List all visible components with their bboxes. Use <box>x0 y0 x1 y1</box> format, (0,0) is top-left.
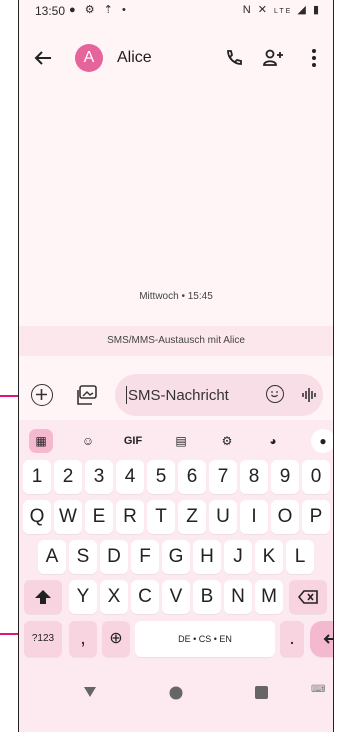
sms-input-placeholder: SMS-Nachricht <box>128 387 229 404</box>
status-time: 13:50 <box>35 4 66 18</box>
key-a[interactable]: A <box>38 540 66 574</box>
contact-name[interactable]: Alice <box>117 49 152 67</box>
back-arrow-icon[interactable] <box>31 46 55 70</box>
space-key[interactable]: DE • CS • EN <box>135 621 275 657</box>
key-6[interactable]: 6 <box>178 460 206 494</box>
key-e[interactable]: E <box>85 500 113 534</box>
comma-key[interactable]: , <box>69 621 97 657</box>
back-triangle-icon[interactable] <box>83 686 97 698</box>
key-n[interactable]: N <box>224 580 252 614</box>
settings-gear-icon[interactable]: ⚙ <box>215 429 239 453</box>
signal-icon: ◢ <box>297 4 308 16</box>
key-t[interactable]: T <box>147 500 175 534</box>
key-i[interactable]: I <box>240 500 268 534</box>
add-person-icon[interactable] <box>262 48 284 68</box>
key-r[interactable]: R <box>116 500 144 534</box>
sms-exchange-note: SMS/MMS-Austausch mit Alice <box>19 326 333 356</box>
smile-face <box>271 391 278 398</box>
key-8[interactable]: 8 <box>240 460 268 494</box>
key-x[interactable]: X <box>100 580 128 614</box>
theme-palette-icon[interactable]: ◕ <box>261 429 285 453</box>
key-z[interactable]: Z <box>178 500 206 534</box>
key-u[interactable]: U <box>209 500 237 534</box>
message-icon: ● <box>69 4 79 16</box>
dot-icon: • <box>121 4 129 16</box>
plus-icon <box>36 389 47 400</box>
status-right-icons: N ✕ LTE ◢ ▮ <box>243 3 321 16</box>
key-7[interactable]: 7 <box>209 460 237 494</box>
key-o[interactable]: O <box>271 500 299 534</box>
compose-bar: SMS-Nachricht <box>19 360 333 420</box>
apps-grid-icon[interactable]: ▦ <box>29 429 53 453</box>
symbols-key[interactable]: ?123 <box>24 621 62 657</box>
key-3[interactable]: 3 <box>85 460 113 494</box>
language-globe-key[interactable]: ⊕ <box>102 621 130 657</box>
key-s[interactable]: S <box>69 540 97 574</box>
enter-arrow-icon <box>323 634 333 644</box>
status-bar: 13:50 ● ⚙ ⇡ • N ✕ LTE ◢ ▮ <box>19 0 333 22</box>
key-p[interactable]: P <box>302 500 330 534</box>
phone-frame: 13:50 ● ⚙ ⇡ • N ✕ LTE ◢ ▮ A Alice Mittwo… <box>18 0 334 732</box>
emoji-icon[interactable] <box>266 385 284 403</box>
conversation-app-bar: A Alice <box>19 36 333 80</box>
shift-key[interactable] <box>24 580 62 614</box>
nfc-icon: N <box>242 4 253 16</box>
key-0[interactable]: 0 <box>302 460 330 494</box>
messages-screen: 13:50 ● ⚙ ⇡ • N ✕ LTE ◢ ▮ A Alice Mittwo… <box>19 0 333 732</box>
key-d[interactable]: D <box>100 540 128 574</box>
enter-key[interactable] <box>310 621 333 657</box>
key-q[interactable]: Q <box>23 500 51 534</box>
key-v[interactable]: V <box>162 580 190 614</box>
clipboard-icon[interactable]: ▤ <box>169 429 193 453</box>
sticker-icon[interactable]: ☺ <box>76 429 100 453</box>
period-key[interactable]: . <box>280 621 304 657</box>
shift-arrow-icon <box>35 589 51 604</box>
mute-icon: ✕ <box>257 4 269 16</box>
battery-icon: ▮ <box>312 4 321 16</box>
key-c[interactable]: C <box>131 580 159 614</box>
more-options-icon[interactable] <box>311 48 317 68</box>
voice-message-icon[interactable] <box>300 386 318 404</box>
recents-square-icon[interactable] <box>255 686 268 699</box>
backspace-key[interactable] <box>289 580 327 614</box>
key-f[interactable]: F <box>131 540 159 574</box>
lte-icon: LTE <box>274 8 293 15</box>
key-y[interactable]: Y <box>69 580 97 614</box>
gallery-icon[interactable] <box>77 385 99 405</box>
key-k[interactable]: K <box>255 540 283 574</box>
sms-message-input[interactable]: SMS-Nachricht <box>115 374 323 416</box>
phone-call-icon[interactable] <box>224 48 244 68</box>
key-l[interactable]: L <box>286 540 314 574</box>
key-j[interactable]: J <box>224 540 252 574</box>
key-g[interactable]: G <box>162 540 190 574</box>
key-m[interactable]: M <box>255 580 283 614</box>
home-circle-icon[interactable] <box>169 686 183 700</box>
avatar[interactable]: A <box>75 44 103 72</box>
microphone-icon[interactable]: ● <box>311 429 333 453</box>
key-b[interactable]: B <box>193 580 221 614</box>
gif-button[interactable]: GIF <box>121 429 145 453</box>
key-2[interactable]: 2 <box>54 460 82 494</box>
keyboard-switch-icon[interactable]: ⌨ <box>311 684 325 695</box>
keyboard: ▦ ☺ GIF ▤ ⚙ ◕ ● 1234567890 QWERTZUIOP ASDF… <box>19 420 333 732</box>
key-5[interactable]: 5 <box>147 460 175 494</box>
text-cursor <box>126 386 127 404</box>
message-timestamp: Mittwoch • 15:45 <box>139 291 213 302</box>
key-4[interactable]: 4 <box>116 460 144 494</box>
backspace-icon <box>297 590 318 604</box>
key-9[interactable]: 9 <box>271 460 299 494</box>
settings-icon: ⚙ <box>84 4 98 16</box>
key-w[interactable]: W <box>54 500 82 534</box>
key-1[interactable]: 1 <box>23 460 51 494</box>
status-left-icons: ● ⚙ ⇡ • <box>69 3 129 16</box>
key-h[interactable]: H <box>193 540 221 574</box>
navigation-bar: ⌨ <box>19 678 333 718</box>
add-attachment-button[interactable] <box>31 384 53 406</box>
upload-icon: ⇡ <box>103 4 116 16</box>
